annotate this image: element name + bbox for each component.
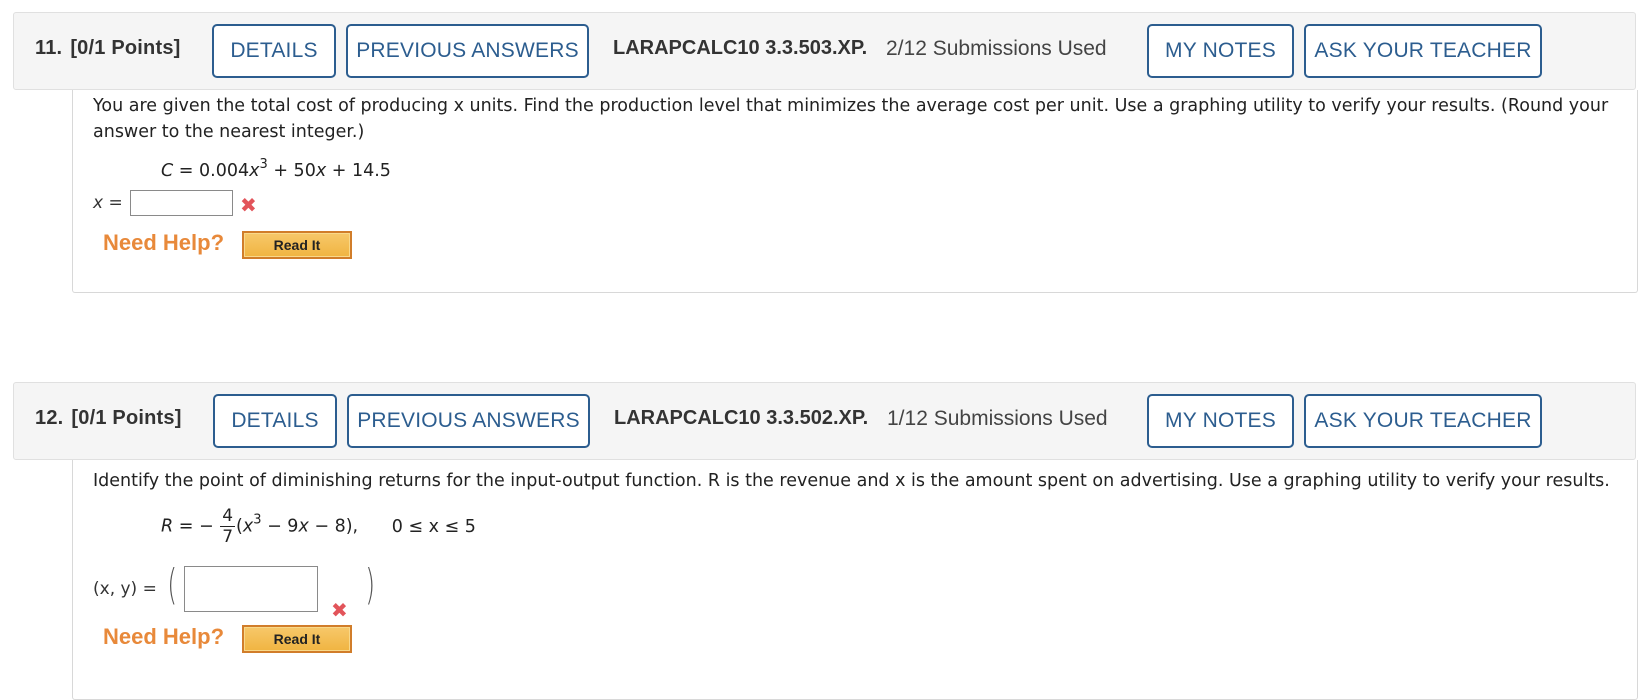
fraction-denominator: 7 <box>222 527 234 547</box>
read-it-button[interactable]: Read It <box>242 625 352 653</box>
eq-part: + 14.5 <box>326 161 391 181</box>
eq-part: + 50 <box>267 161 316 181</box>
eq-part: − 8), <box>308 516 359 537</box>
answer-input[interactable] <box>184 566 318 612</box>
eq-var: x <box>298 516 309 537</box>
eq-part: ( <box>236 516 243 537</box>
question-number: 11. [0/1 Points] <box>35 37 181 60</box>
submissions-used: 2/12 Submissions Used <box>886 37 1107 60</box>
my-notes-button[interactable]: MY NOTES <box>1147 24 1294 78</box>
eq-lhs: C <box>161 161 174 181</box>
answer-input[interactable] <box>130 190 233 216</box>
incorrect-icon: ✖ <box>331 598 348 622</box>
ask-your-teacher-button[interactable]: ASK YOUR TEACHER <box>1304 394 1542 448</box>
eq-var: x <box>242 516 254 537</box>
incorrect-icon: ✖ <box>240 193 257 217</box>
ask-your-teacher-button[interactable]: ASK YOUR TEACHER <box>1304 24 1542 78</box>
question-12-body: Identify the point of diminishing return… <box>72 460 1638 700</box>
submissions-used: 1/12 Submissions Used <box>887 407 1108 430</box>
previous-answers-button[interactable]: PREVIOUS ANSWERS <box>347 394 590 448</box>
eq-domain: 0 ≤ x ≤ 5 <box>391 516 476 537</box>
eq-var: x <box>249 161 260 181</box>
question-number-text: 12. <box>35 407 64 429</box>
fraction: 47 <box>220 506 236 547</box>
eq-var: x <box>315 161 327 181</box>
open-paren: ( <box>167 560 178 609</box>
answer-label: (x, y) = <box>93 579 157 599</box>
eq-part: = 0.004 <box>173 161 250 181</box>
fraction-numerator: 4 <box>220 506 236 527</box>
question-11-header: 11. [0/1 Points] DETAILS PREVIOUS ANSWERS… <box>13 12 1636 90</box>
question-points: [0/1 Points] <box>70 37 181 59</box>
eq-part: = − <box>173 516 214 537</box>
question-points: [0/1 Points] <box>71 407 182 429</box>
question-12-header: 12. [0/1 Points] DETAILS PREVIOUS ANSWERS… <box>13 382 1636 460</box>
previous-answers-button[interactable]: PREVIOUS ANSWERS <box>346 24 589 78</box>
read-it-button[interactable]: Read It <box>242 231 352 259</box>
question-prompt: You are given the total cost of producin… <box>93 96 1609 142</box>
eq-exponent: 3 <box>259 157 268 172</box>
close-paren: ) <box>365 560 376 609</box>
question-number: 12. [0/1 Points] <box>35 407 182 430</box>
question-11-body: You are given the total cost of producin… <box>72 90 1638 293</box>
question-prompt: Identify the point of diminishing return… <box>93 471 1610 491</box>
need-help-label: Need Help? <box>103 230 225 255</box>
revenue-equation: R = − 4 7 (x3 − 9x − 8), 0 ≤ x ≤ 5 <box>161 506 476 547</box>
details-button[interactable]: DETAILS <box>212 24 336 78</box>
cost-equation: C = 0.004x3 + 50x + 14.5 <box>161 157 391 181</box>
answer-label: x = <box>93 193 123 213</box>
question-code: LARAPCALC10 3.3.502.XP. <box>614 407 869 429</box>
question-code: LARAPCALC10 3.3.503.XP. <box>613 37 868 59</box>
eq-lhs: R <box>161 516 174 537</box>
details-button[interactable]: DETAILS <box>213 394 337 448</box>
my-notes-button[interactable]: MY NOTES <box>1147 394 1294 448</box>
question-number-text: 11. <box>35 37 63 59</box>
need-help-label: Need Help? <box>103 624 225 649</box>
eq-part: − 9 <box>261 516 299 537</box>
eq-exponent: 3 <box>253 512 262 528</box>
